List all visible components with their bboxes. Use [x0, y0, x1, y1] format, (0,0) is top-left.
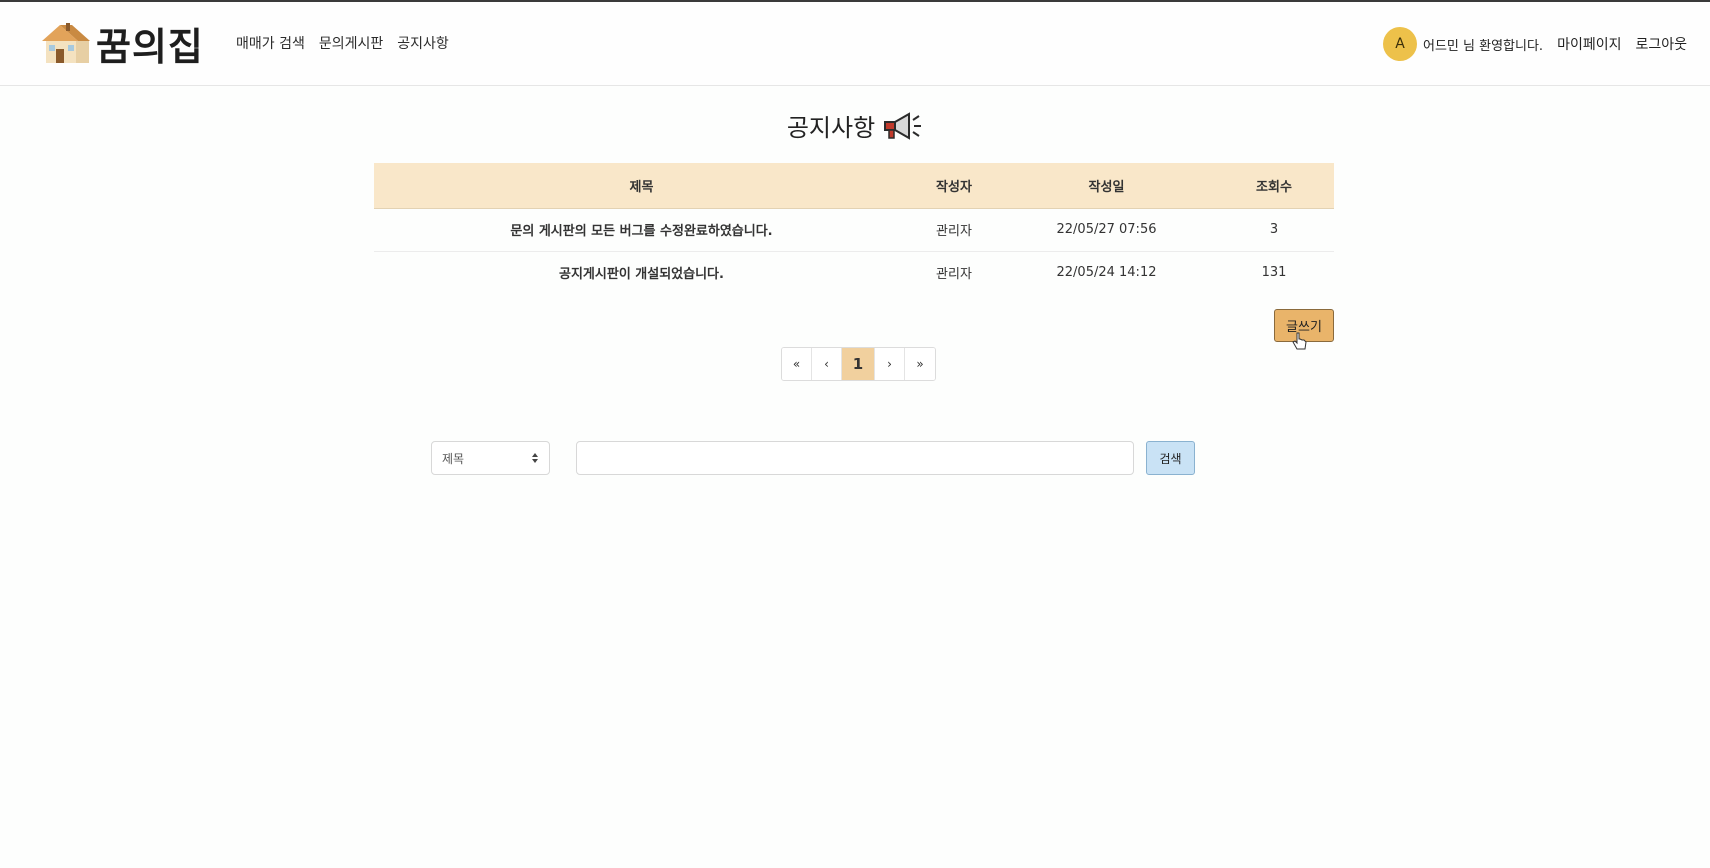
notice-table: 제목 작성자 작성일 조회수 문의 게시판의 모든 버그를 수정완료하였습니다.… [374, 163, 1334, 294]
page-heading: 공지사항 [0, 108, 1710, 143]
pagination: « ‹ 1 › » [781, 347, 936, 381]
table-row[interactable]: 공지게시판이 개설되었습니다. 관리자 22/05/24 14:12 131 [374, 251, 1334, 294]
nav-link-notice[interactable]: 공지사항 [397, 33, 449, 53]
page-next-button[interactable]: › [875, 348, 905, 380]
header-date: 작성일 [999, 163, 1214, 209]
row-views: 131 [1261, 265, 1287, 281]
header-title: 제목 [374, 163, 909, 209]
row-views: 3 [1214, 208, 1334, 252]
search-field-selected: 제목 [442, 451, 465, 466]
select-updown-icon [532, 453, 538, 463]
user-menu: A 어드민 님 환영합니다. 마이페이지 로그아웃 [1383, 26, 1687, 62]
search-field-select[interactable]: 제목 [431, 441, 550, 475]
page-first-button[interactable]: « [782, 348, 812, 380]
avatar[interactable]: A [1383, 27, 1418, 61]
welcome-message: 어드민 님 환영합니다. [1423, 38, 1544, 54]
logout-link[interactable]: 로그아웃 [1635, 34, 1687, 54]
table-row[interactable]: 문의 게시판의 모든 버그를 수정완료하였습니다. 관리자 22/05/27 0… [374, 208, 1334, 252]
main-nav: 매매가 검색 문의게시판 공지사항 [236, 33, 463, 53]
brand-name: 꿈의집 [96, 24, 204, 69]
page-title: 공지사항 [786, 114, 876, 142]
mypage-link[interactable]: 마이페이지 [1557, 34, 1621, 54]
house-logo-icon [42, 23, 90, 63]
header-writer: 작성자 [909, 163, 999, 209]
row-date: 22/05/27 07:56 [999, 208, 1214, 252]
megaphone-icon [884, 111, 922, 140]
brand-home-link[interactable]: 꿈의집 [38, 18, 204, 69]
hand-pointer-icon [1292, 332, 1307, 350]
row-title[interactable]: 문의 게시판의 모든 버그를 수정완료하였습니다. [374, 208, 909, 252]
page-last-button[interactable]: » [905, 348, 935, 380]
page-number-current[interactable]: 1 [842, 348, 875, 380]
nav-link-inquiry-board[interactable]: 문의게시판 [319, 33, 383, 53]
row-writer: 관리자 [936, 267, 972, 283]
table-header-row: 제목 작성자 작성일 조회수 [374, 163, 1334, 209]
nav-link-price-search[interactable]: 매매가 검색 [236, 33, 305, 53]
top-navbar: 꿈의집 매매가 검색 문의게시판 공지사항 A 어드민 님 환영합니다. 마이페… [0, 2, 1710, 86]
search-button[interactable]: 검색 [1146, 441, 1195, 475]
row-writer: 관리자 [909, 208, 999, 252]
row-title[interactable]: 공지게시판이 개설되었습니다. [374, 251, 909, 294]
search-input[interactable] [576, 441, 1134, 475]
row-date: 22/05/24 14:12 [1056, 265, 1157, 281]
header-views: 조회수 [1214, 163, 1334, 209]
page-prev-button[interactable]: ‹ [812, 348, 842, 380]
